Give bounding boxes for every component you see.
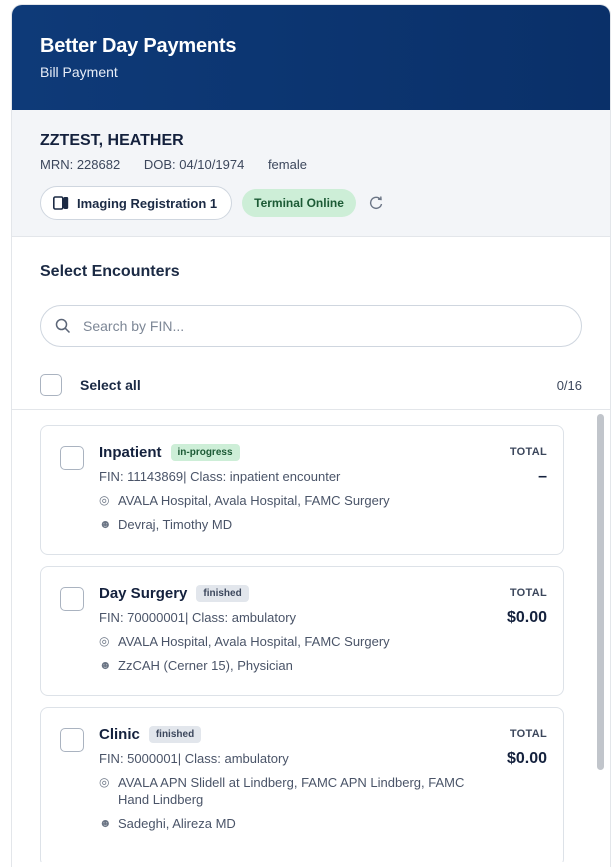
- encounter-location: ◎ AVALA Hospital, Avala Hospital, FAMC Su…: [99, 633, 547, 650]
- fin-text: FIN: 5000001| Class: ambulatory: [99, 751, 289, 766]
- search-input[interactable]: [81, 317, 567, 335]
- total-label: TOTAL: [509, 446, 547, 458]
- patient-summary: ZZTEST, HEATHER MRN: 228682 DOB: 04/10/1…: [12, 110, 610, 237]
- encounter-fin: FIN: 70000001| Class: ambulatory: [99, 609, 547, 626]
- total-amount: $0.00: [506, 750, 547, 767]
- status-badge: finished: [196, 585, 249, 602]
- patient-mrn: MRN: 228682: [40, 157, 121, 172]
- encounter-provider: ☻ Devraj, Timothy MD: [99, 516, 547, 533]
- encounter-location: ◎ AVALA Hospital, Avala Hospital, FAMC Su…: [99, 492, 547, 509]
- header: Better Day Payments Bill Payment: [12, 5, 610, 110]
- location-pin-icon: ◎: [99, 634, 110, 648]
- selected-count: 0/16: [556, 377, 582, 393]
- encounter-total: TOTAL –: [510, 446, 547, 486]
- total-amount: $0.00: [506, 609, 547, 626]
- search-box[interactable]: [40, 305, 582, 347]
- select-all-checkbox[interactable]: [40, 374, 62, 396]
- encounter-provider: ☻ ZzCAH (Cerner 15), Physician: [99, 657, 547, 674]
- scrollbar-thumb[interactable]: [597, 414, 604, 770]
- fin-text: FIN: 11143869| Class: inpatient encounte…: [99, 469, 341, 484]
- encounter-total: TOTAL $0.00: [507, 728, 547, 768]
- location-label: Imaging Registration 1: [77, 195, 218, 211]
- encounter-title: Inpatient: [99, 444, 162, 461]
- fin-text: FIN: 70000001| Class: ambulatory: [99, 610, 297, 625]
- terminal-icon: [53, 196, 69, 210]
- total-label: TOTAL: [509, 587, 547, 599]
- patient-name: ZZTEST, HEATHER: [40, 132, 184, 149]
- select-all-label[interactable]: Select all: [80, 377, 141, 393]
- provider-text: Devraj, Timothy MD: [118, 517, 233, 532]
- encounter-total: TOTAL $0.00: [507, 587, 547, 627]
- person-icon: ☻: [99, 517, 112, 531]
- encounter-title: Clinic: [99, 726, 140, 743]
- patient-meta: MRN: 228682 DOB: 04/10/1974 female: [40, 157, 582, 172]
- status-badge: finished: [148, 726, 202, 743]
- encounter-details: Clinic finished FIN: 5000001| Class: amb…: [99, 726, 473, 832]
- encounter-title: Day Surgery: [99, 585, 188, 602]
- terminal-status-badge: Terminal Online: [242, 189, 356, 217]
- location-pin-icon: ◎: [99, 493, 110, 507]
- patient-chips: Imaging Registration 1 Terminal Online: [40, 186, 582, 220]
- person-icon: ☻: [99, 658, 112, 672]
- app-title: Better Day Payments: [40, 35, 237, 57]
- encounter-checkbox[interactable]: [60, 728, 84, 752]
- select-encounters-heading: Select Encounters: [40, 263, 180, 280]
- location-text: AVALA Hospital, Avala Hospital, FAMC Sur…: [118, 634, 390, 649]
- location-pin-icon: ◎: [99, 775, 110, 789]
- scrollbar[interactable]: [594, 414, 606, 858]
- encounter-provider: ☻ Sadeghi, Alireza MD: [99, 815, 473, 832]
- provider-text: ZzCAH (Cerner 15), Physician: [118, 658, 293, 673]
- patient-sex: female: [267, 157, 307, 172]
- location-text: AVALA APN Slidell at Lindberg, FAMC APN …: [118, 775, 465, 807]
- person-icon: ☻: [99, 816, 112, 830]
- encounter-details: Inpatient in-progress FIN: 11143869| Cla…: [99, 444, 547, 533]
- refresh-icon[interactable]: [368, 195, 384, 211]
- encounter-fin: FIN: 11143869| Class: inpatient encounte…: [99, 468, 547, 485]
- status-badge: in-progress: [170, 444, 240, 461]
- search-icon: [55, 318, 71, 334]
- encounter-checkbox[interactable]: [60, 446, 84, 470]
- total-amount: –: [538, 468, 547, 485]
- encounter-details: Day Surgery finished FIN: 70000001| Clas…: [99, 585, 547, 674]
- encounter-card[interactable]: Clinic finished FIN: 5000001| Class: amb…: [40, 707, 564, 862]
- total-label: TOTAL: [509, 728, 547, 740]
- app-subtitle: Bill Payment: [40, 64, 118, 80]
- bill-payment-panel: Better Day Payments Bill Payment ZZTEST,…: [12, 5, 610, 867]
- encounter-title-row: Clinic finished: [99, 726, 473, 743]
- provider-text: Sadeghi, Alireza MD: [118, 816, 236, 831]
- encounter-list: Inpatient in-progress FIN: 11143869| Cla…: [12, 410, 610, 862]
- encounter-title-row: Day Surgery finished: [99, 585, 547, 602]
- encounter-checkbox[interactable]: [60, 587, 84, 611]
- select-all-row: Select all 0/16: [12, 361, 610, 410]
- encounter-fin: FIN: 5000001| Class: ambulatory: [99, 750, 473, 767]
- encounter-location: ◎ AVALA APN Slidell at Lindberg, FAMC APN…: [99, 774, 473, 808]
- location-text: AVALA Hospital, Avala Hospital, FAMC Sur…: [118, 493, 390, 508]
- patient-dob: DOB: 04/10/1974: [143, 157, 245, 172]
- encounter-card[interactable]: Inpatient in-progress FIN: 11143869| Cla…: [40, 425, 564, 555]
- encounter-title-row: Inpatient in-progress: [99, 444, 547, 461]
- encounter-card[interactable]: Day Surgery finished FIN: 70000001| Clas…: [40, 566, 564, 696]
- location-chip[interactable]: Imaging Registration 1: [40, 186, 233, 220]
